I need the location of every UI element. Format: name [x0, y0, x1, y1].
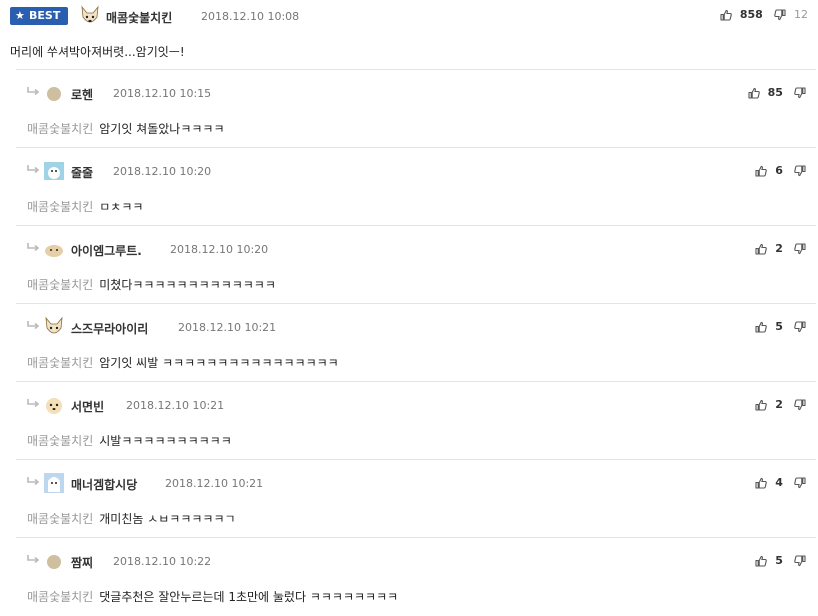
vote-box: 5: [755, 550, 806, 568]
reply-item: 스즈무라아이리 2018.12.10 10:21 5 매콤숯불치킨 암기잇 씨발 …: [16, 303, 816, 382]
reply-item: 줄줄 2018.12.10 10:20 6 매콤숯불치킨 ㅁㅊㅋㅋ: [16, 147, 816, 226]
reply-text: 시발ㅋㅋㅋㅋㅋㅋㅋㅋㅋㅋ: [99, 434, 232, 448]
comment-text: 머리에 쑤셔박아져버렷...암기잇ㅡ!: [10, 45, 185, 59]
reply-item: 서면빈 2018.12.10 10:21 2 매콤숯불치킨 시발ㅋㅋㅋㅋㅋㅋㅋㅋㅋ…: [16, 381, 816, 460]
upvote-count: 2: [775, 398, 783, 411]
thumbs-up-icon[interactable]: [755, 321, 767, 333]
quoted-author[interactable]: 매콤숯불치킨: [27, 434, 93, 448]
thumbs-up-icon[interactable]: [755, 477, 767, 489]
reply-date: 2018.12.10 10:15: [113, 87, 212, 100]
reply-body: 매콤숯불치킨 개미친놈 ㅅㅂㅋㅋㅋㅋㅋㄱ: [27, 510, 236, 527]
reply-body: 매콤숯불치킨 암기잇 씨발 ㅋㅋㅋㅋㅋㅋㅋㅋㅋㅋㅋㅋㅋㅋㅋㅋ: [27, 354, 339, 371]
thumbs-down-icon[interactable]: [794, 243, 806, 255]
comment-author[interactable]: 매콤숯불치킨: [106, 9, 172, 26]
reply-arrow-icon: [26, 320, 40, 330]
thumbs-up-icon[interactable]: [755, 555, 767, 567]
downvote-count: 12: [794, 8, 808, 21]
reply-body: 매콤숯불치킨 미쳤다ㅋㅋㅋㅋㅋㅋㅋㅋㅋㅋㅋㅋㅋ: [27, 276, 276, 293]
quoted-author[interactable]: 매콤숯불치킨: [27, 200, 93, 214]
default-avatar-icon[interactable]: [43, 82, 65, 104]
reply-text: 미쳤다ㅋㅋㅋㅋㅋㅋㅋㅋㅋㅋㅋㅋㅋ: [99, 278, 276, 292]
thumbs-down-icon[interactable]: [774, 9, 786, 21]
upvote-count: 5: [775, 554, 783, 567]
upvote-count: 2: [775, 242, 783, 255]
vote-box: 6: [755, 160, 806, 178]
reply-date: 2018.12.10 10:21: [178, 321, 277, 334]
reply-arrow-icon: [26, 242, 40, 252]
thumbs-down-icon[interactable]: [794, 555, 806, 567]
reply-date: 2018.12.10 10:22: [113, 555, 212, 568]
thumbs-up-icon[interactable]: [720, 9, 732, 21]
upvote-count: 6: [775, 164, 783, 177]
thumbs-down-icon[interactable]: [794, 165, 806, 177]
reply-arrow-icon: [26, 164, 40, 174]
dog-avatar-icon[interactable]: [43, 316, 65, 338]
thumbs-down-icon[interactable]: [794, 321, 806, 333]
puppy-avatar-icon[interactable]: [43, 394, 65, 416]
reply-author[interactable]: 서면빈: [71, 398, 104, 415]
reply-body: 매콤숯불치킨 ㅁㅊㅋㅋ: [27, 198, 143, 215]
reply-author[interactable]: 아이엠그루트.: [71, 242, 142, 259]
quoted-author[interactable]: 매콤숯불치킨: [27, 590, 93, 604]
comment-date: 2018.12.10 10:08: [201, 10, 300, 23]
thumbs-up-icon[interactable]: [755, 165, 767, 177]
reply-author[interactable]: 줄줄: [71, 164, 93, 181]
reply-date: 2018.12.10 10:21: [126, 399, 225, 412]
vote-box: 858 12: [720, 4, 808, 22]
reply-text: 암기잇 씨발 ㅋㅋㅋㅋㅋㅋㅋㅋㅋㅋㅋㅋㅋㅋㅋㅋ: [99, 356, 339, 370]
thumbs-up-icon[interactable]: [755, 399, 767, 411]
star-icon: ★: [15, 9, 25, 22]
reply-body: 매콤숯불치킨 댓글추천은 잘안누르는데 1초만에 눌렀다 ㅋㅋㅋㅋㅋㅋㅋㅋ: [27, 588, 398, 605]
quoted-author[interactable]: 매콤숯불치킨: [27, 356, 93, 370]
thumbs-up-icon[interactable]: [755, 243, 767, 255]
vote-box: 5: [755, 316, 806, 334]
reply-text: 개미친놈 ㅅㅂㅋㅋㅋㅋㅋㄱ: [99, 512, 236, 526]
reply-author[interactable]: 스즈무라아이리: [71, 320, 148, 337]
reply-author[interactable]: 로헨: [71, 86, 93, 103]
vote-box: 85: [748, 82, 807, 100]
reply-date: 2018.12.10 10:21: [165, 477, 264, 490]
vote-box: 2: [755, 238, 806, 256]
ghost-avatar-icon[interactable]: [43, 472, 65, 494]
default-avatar-icon[interactable]: [43, 550, 65, 572]
reply-date: 2018.12.10 10:20: [113, 165, 212, 178]
penguin-avatar-icon[interactable]: [43, 160, 65, 182]
reply-item: 아이엠그루트. 2018.12.10 10:20 2 매콤숯불치킨 미쳤다ㅋㅋㅋㅋ…: [16, 225, 816, 304]
reply-author[interactable]: 매너겜합시당: [71, 476, 137, 493]
reply-arrow-icon: [26, 398, 40, 408]
reply-item: 짬찌 2018.12.10 10:22 5 매콤숯불치킨 댓글추천은 잘안누르는데…: [16, 537, 816, 616]
quoted-author[interactable]: 매콤숯불치킨: [27, 512, 93, 526]
quoted-author[interactable]: 매콤숯불치킨: [27, 278, 93, 292]
quoted-author[interactable]: 매콤숯불치킨: [27, 122, 93, 136]
reply-author[interactable]: 짬찌: [71, 554, 93, 571]
best-badge: ★ BEST: [10, 7, 68, 25]
dog-avatar-icon[interactable]: [79, 5, 101, 27]
reply-body: 매콤숯불치킨 시발ㅋㅋㅋㅋㅋㅋㅋㅋㅋㅋ: [27, 432, 232, 449]
upvote-count: 4: [775, 476, 783, 489]
reply-text: 암기잇 쳐돌았나ㅋㅋㅋㅋ: [99, 122, 225, 136]
comment-header: ★ BEST 매콤숯불치킨 2018.12.10 10:08 858 12: [0, 4, 818, 28]
puppy-avatar-icon[interactable]: [43, 238, 65, 260]
reply-date: 2018.12.10 10:20: [170, 243, 269, 256]
thumbs-down-icon[interactable]: [794, 87, 806, 99]
upvote-count: 5: [775, 320, 783, 333]
reply-arrow-icon: [26, 86, 40, 96]
vote-box: 2: [755, 394, 806, 412]
reply-item: 로헨 2018.12.10 10:15 85 매콤숯불치킨 암기잇 쳐돌았나ㅋㅋㅋ…: [16, 69, 816, 148]
best-comment: ★ BEST 매콤숯불치킨 2018.12.10 10:08 858 12 머리…: [0, 0, 818, 70]
upvote-count: 858: [739, 8, 763, 21]
reply-arrow-icon: [26, 554, 40, 564]
reply-body: 매콤숯불치킨 암기잇 쳐돌았나ㅋㅋㅋㅋ: [27, 120, 225, 137]
thumbs-down-icon[interactable]: [794, 477, 806, 489]
reply-item: 매너겜합시당 2018.12.10 10:21 4 매콤숯불치킨 개미친놈 ㅅㅂㅋ…: [16, 459, 816, 538]
thumbs-up-icon[interactable]: [748, 87, 760, 99]
reply-text: ㅁㅊㅋㅋ: [99, 200, 144, 214]
reply-text: 댓글추천은 잘안누르는데 1초만에 눌렀다 ㅋㅋㅋㅋㅋㅋㅋㅋ: [99, 590, 399, 604]
upvote-count: 85: [767, 86, 783, 99]
vote-box: 4: [755, 472, 806, 490]
thumbs-down-icon[interactable]: [794, 399, 806, 411]
best-label: BEST: [29, 9, 61, 22]
reply-arrow-icon: [26, 476, 40, 486]
